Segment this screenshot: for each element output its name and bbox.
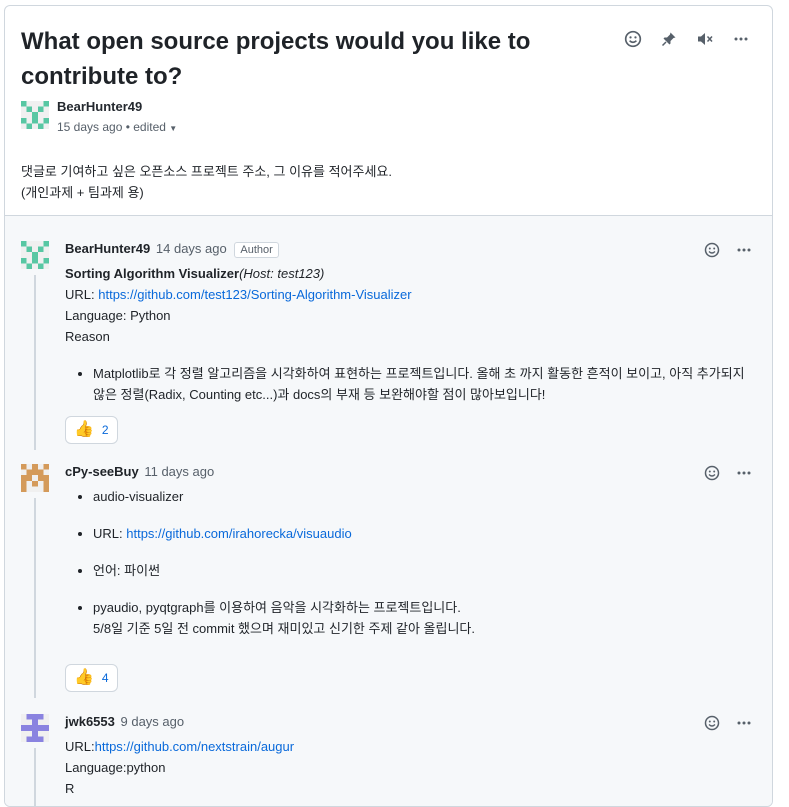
comment-body: Sorting Algorithm Visualizer(Host: test1… [65,263,745,405]
language-text: Language:python [65,760,166,775]
reason-label: Reason [65,329,110,344]
avatar[interactable] [21,241,49,269]
smiley-icon[interactable] [699,239,725,261]
project-title: Sorting Algorithm Visualizer [65,266,240,281]
thread-line [34,498,36,698]
project-link[interactable]: https://github.com/irahorecka/visuaudio [126,526,351,541]
reaction-count: 2 [101,423,109,437]
thumbs-up-reaction[interactable]: 👍 4 [65,664,118,692]
project-link[interactable]: https://github.com/test123/Sorting-Algor… [98,287,411,302]
discussion-body: 댓글로 기여하고 싶은 오픈소스 프로젝트 주소, 그 이유를 적어주세요. (… [21,161,392,203]
url-label: URL: [65,739,95,754]
desc-line: 5/8일 기준 5일 전 commit 했으며 재미있고 신기한 주제 같아 올… [93,621,476,636]
more-icon[interactable] [731,239,757,261]
edited-meta: 15 days ago • edited [57,120,166,134]
comment-body: URL:https://github.com/nextstrain/augur … [65,736,745,799]
discussion-card: What open source projects would you like… [4,5,773,807]
avatar[interactable] [21,714,49,742]
comment-header: cPy-seeBuy 11 days ago [65,464,214,479]
chevron-down-icon: ▼ [169,124,178,133]
body-line: 댓글로 기여하고 싶은 오픈소스 프로젝트 주소, 그 이유를 적어주세요. [21,164,392,179]
author-badge: Author [234,242,279,258]
thumbs-up-icon: 👍 [74,669,94,686]
thread-line [34,275,36,450]
discussion-title: What open source projects would you like… [21,28,531,90]
comment-header: BearHunter49 14 days ago Author [65,241,279,258]
comment-header: jwk6553 9 days ago [65,714,184,729]
thumbs-up-reaction[interactable]: 👍 2 [65,416,118,444]
comment-actions [699,239,757,261]
more-icon[interactable] [731,462,757,484]
comment-actions [699,712,757,734]
smiley-icon[interactable] [699,462,725,484]
comment: jwk6553 9 days ago URL:https://github.co… [21,712,761,806]
reason-label: R [65,781,75,796]
smiley-icon[interactable] [620,28,646,50]
desc-line: pyaudio, pyqtgraph를 이용하여 음악을 시각화하는 프로젝트입… [93,600,461,615]
discussion-actions [620,28,754,50]
more-icon[interactable] [728,28,754,50]
thumbs-up-icon: 👍 [74,421,94,438]
pin-icon[interactable] [656,28,682,50]
url-label: URL: [93,526,127,541]
author-meta[interactable]: 15 days ago • edited ▼ [57,120,177,134]
comment-author[interactable]: cPy-seeBuy [65,464,139,479]
project-link[interactable]: https://github.com/nextstrain/augur [95,739,294,754]
comment-time[interactable]: 11 days ago [144,464,214,479]
more-icon[interactable] [731,712,757,734]
list-item: audio-visualizer [93,486,745,507]
list-item: URL: https://github.com/irahorecka/visua… [93,523,745,544]
comment-actions [699,462,757,484]
list-item: Matplotlib로 각 정렬 알고리즘을 시각화하여 표현하는 프로젝트입니… [93,363,745,405]
author-name[interactable]: BearHunter49 [57,99,142,114]
comment-time[interactable]: 14 days ago [156,241,227,256]
comment-time[interactable]: 9 days ago [121,714,185,729]
list-item: 언어: 파이썬 [93,560,745,581]
comment-thread: BearHunter49 14 days ago Author Sorting … [5,216,772,806]
thread-line [34,748,36,806]
body-line: (개인과제 + 팀과제 용) [21,185,144,200]
comment-author[interactable]: BearHunter49 [65,241,150,256]
comment: cPy-seeBuy 11 days ago audio-visualizer … [21,464,761,704]
avatar[interactable] [21,101,49,129]
list-item: pyaudio, pyqtgraph를 이용하여 음악을 시각화하는 프로젝트입… [93,597,745,639]
comment-body: audio-visualizer URL: https://github.com… [65,486,745,639]
url-label: URL: [65,287,99,302]
reaction-count: 4 [101,671,109,685]
avatar[interactable] [21,464,49,492]
project-host: (Host: test123) [239,266,325,281]
mute-icon[interactable] [692,28,718,50]
language-text: Language: Python [65,308,171,323]
smiley-icon[interactable] [699,712,725,734]
comment-author[interactable]: jwk6553 [65,714,115,729]
comment: BearHunter49 14 days ago Author Sorting … [21,241,761,456]
